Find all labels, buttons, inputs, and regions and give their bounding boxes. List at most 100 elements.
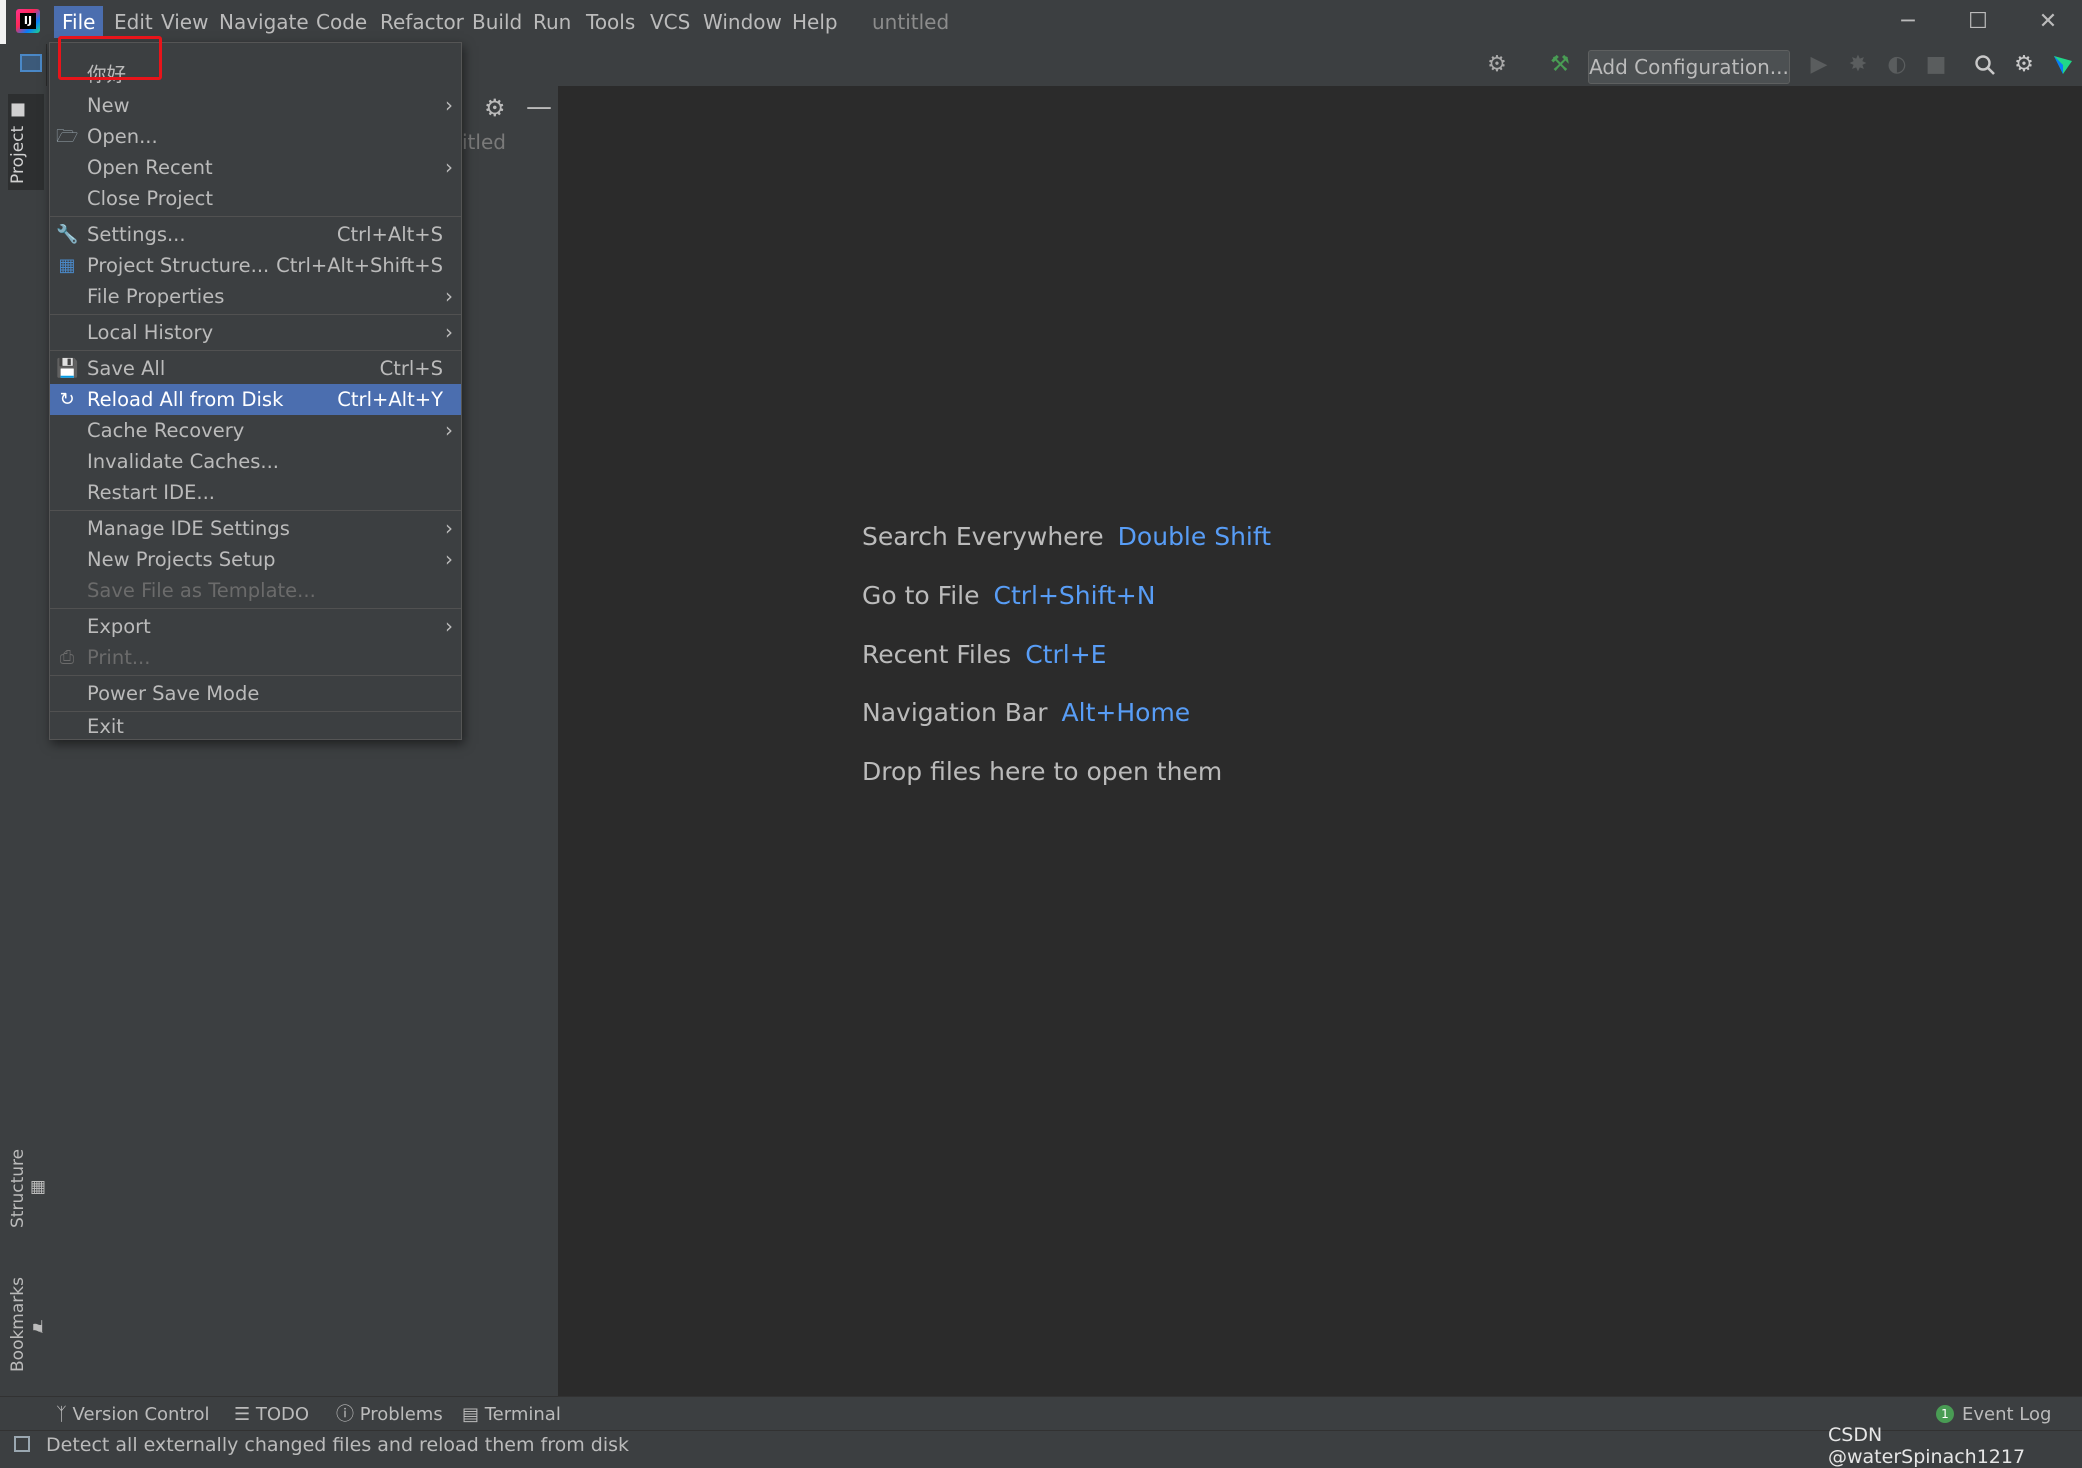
run-icon[interactable]: ▶ [1804, 50, 1834, 80]
menu-build[interactable]: Build [464, 6, 530, 38]
bookmarks-tool-tab[interactable]: Bookmarks ⚑ [8, 1266, 48, 1384]
menu-run[interactable]: Run [525, 6, 579, 38]
menu-item-label: File Properties [87, 285, 225, 308]
tab-label: Terminal [484, 1404, 561, 1425]
file-menu-item-exit[interactable]: Exit [50, 714, 461, 739]
intellij-logo-icon: IJ [20, 13, 36, 29]
event-log-badge: 1 [1936, 1405, 1954, 1423]
menu-item-label: Open... [87, 125, 158, 148]
project-tree-root[interactable]: itled [462, 130, 506, 154]
file-menu-item-power-save-mode[interactable]: Power Save Mode [50, 678, 461, 709]
project-view-icon[interactable] [20, 54, 42, 72]
project-tool-tab[interactable]: Project ■ [8, 94, 44, 190]
tab-label: Problems [359, 1404, 443, 1425]
coverage-icon[interactable]: ◐ [1882, 50, 1912, 80]
menu-item-shortcut: Ctrl+Alt+S [336, 223, 443, 246]
file-menu-dropdown: 你好 New › 🗁 Open... Open Recent › Close Proj… [49, 42, 462, 740]
file-menu-item-new[interactable]: New › [50, 90, 461, 121]
bottom-tool-bar [0, 1396, 2082, 1431]
tab-label: Version Control [72, 1404, 210, 1425]
file-menu-item-settings[interactable]: 🔧 Settings... Ctrl+Alt+S [50, 219, 461, 250]
hint-drop-files: Drop files here to open them [862, 757, 1222, 786]
tab-todo[interactable]: ☰ TODO [234, 1401, 309, 1429]
maximize-icon[interactable]: ☐ [1943, 0, 2013, 44]
debug-icon[interactable]: ✸ [1843, 50, 1873, 80]
hint-text: Search Everywhere [862, 522, 1104, 551]
editor-area [559, 86, 2082, 1396]
info-icon: ⓘ [336, 1404, 354, 1425]
file-menu-item-reload-all[interactable]: ↻ Reload All from Disk Ctrl+Alt+Y [50, 384, 461, 415]
file-menu-item-invalidate-caches[interactable]: Invalidate Caches... [50, 446, 461, 477]
tab-terminal[interactable]: ▤ Terminal [462, 1401, 561, 1429]
menu-tools[interactable]: Tools [578, 6, 643, 38]
chevron-right-icon: › [445, 418, 453, 442]
printer-icon: ⎙ [59, 647, 75, 668]
settings-gear-icon[interactable]: ⚙ [2009, 50, 2039, 80]
add-configuration-button[interactable]: Add Configuration... [1588, 50, 1790, 84]
hint-shortcut: Double Shift [1117, 522, 1272, 551]
stop-icon[interactable]: ■ [1921, 50, 1951, 80]
file-menu-item-restart-ide[interactable]: Restart IDE... [50, 477, 461, 508]
user-account-icon[interactable]: ⚙ [1482, 50, 1512, 80]
reload-icon: ↻ [59, 389, 75, 410]
menu-item-label: Print... [87, 646, 151, 669]
hint-text: Drop files here to open them [862, 757, 1223, 786]
menu-item-shortcut: Ctrl+S [379, 357, 443, 380]
project-tab-label: Project [8, 125, 28, 184]
build-hammer-icon[interactable]: ⚒ [1545, 50, 1575, 80]
menu-refactor[interactable]: Refactor [372, 6, 472, 38]
menu-item-label: Manage IDE Settings [87, 517, 290, 540]
chevron-right-icon: › [445, 614, 453, 638]
toggle-tool-windows-icon[interactable] [14, 1436, 30, 1452]
menu-item-label: Cache Recovery [87, 419, 245, 442]
menu-item-label: Reload All from Disk [87, 388, 284, 411]
menu-item-label: New [87, 94, 130, 117]
menu-item-shortcut: Ctrl+Alt+Y [337, 388, 443, 411]
minimize-icon[interactable]: ─ [1873, 0, 1943, 44]
menu-window[interactable]: Window [695, 6, 790, 38]
file-menu-item-export[interactable]: Export › [50, 611, 461, 642]
file-menu-item-manage-ide-settings[interactable]: Manage IDE Settings › [50, 513, 461, 544]
jetbrains-toolbox-icon[interactable] [2048, 50, 2078, 80]
menu-item-label: New Projects Setup [87, 548, 276, 571]
file-menu-item-open-recent[interactable]: Open Recent › [50, 152, 461, 183]
tab-problems[interactable]: ⓘ Problems [336, 1401, 443, 1429]
file-menu-item-cache-recovery[interactable]: Cache Recovery › [50, 415, 461, 446]
menu-code[interactable]: Code [308, 6, 375, 38]
tab-version-control[interactable]: ᛉ Version Control [56, 1401, 210, 1429]
chevron-right-icon: › [445, 284, 453, 308]
file-menu-item-close-project[interactable]: Close Project [50, 183, 461, 214]
close-icon[interactable]: ✕ [2013, 0, 2082, 44]
hint-text: Recent Files [862, 640, 1012, 669]
file-menu-item-new-projects-setup[interactable]: New Projects Setup › [50, 544, 461, 575]
hint-text: Navigation Bar [862, 698, 1048, 727]
wrench-icon: 🔧 [56, 224, 79, 245]
menu-view[interactable]: View [153, 6, 216, 38]
menu-vcs[interactable]: VCS [642, 6, 698, 38]
file-menu-item-file-properties[interactable]: File Properties › [50, 281, 461, 312]
file-menu-item-project-structure[interactable]: ▦ Project Structure... Ctrl+Alt+Shift+S [50, 250, 461, 281]
panel-minimize-icon[interactable]: — [526, 92, 552, 122]
panel-settings-gear-icon[interactable]: ⚙ [484, 94, 506, 122]
hint-go-to-file: Go to File Ctrl+Shift+N [862, 581, 1155, 610]
chevron-right-icon: › [445, 93, 453, 117]
menu-separator [50, 675, 461, 676]
folder-icon: 🗁 [56, 126, 79, 147]
menu-file[interactable]: File [54, 6, 104, 38]
menu-help[interactable]: Help [784, 6, 846, 38]
menu-navigate[interactable]: Navigate [211, 6, 317, 38]
menu-item-label: Restart IDE... [87, 481, 215, 504]
structure-tab-label: Structure [8, 1148, 28, 1228]
structure-tool-tab[interactable]: Structure ▦ [8, 1138, 48, 1238]
search-icon[interactable] [1970, 50, 2000, 80]
file-menu-item-open[interactable]: 🗁 Open... [50, 121, 461, 152]
file-menu-item-local-history[interactable]: Local History › [50, 317, 461, 348]
annotation-highlight-box [58, 36, 162, 80]
menu-separator [50, 350, 461, 351]
hint-text: Go to File [862, 581, 980, 610]
file-menu-item-print: ⎙ Print... [50, 642, 461, 673]
bookmarks-tab-label: Bookmarks [8, 1277, 28, 1373]
menu-item-label: Project Structure... [87, 254, 270, 277]
file-menu-item-save-all[interactable]: 💾 Save All Ctrl+S [50, 353, 461, 384]
chevron-right-icon: › [445, 320, 453, 344]
